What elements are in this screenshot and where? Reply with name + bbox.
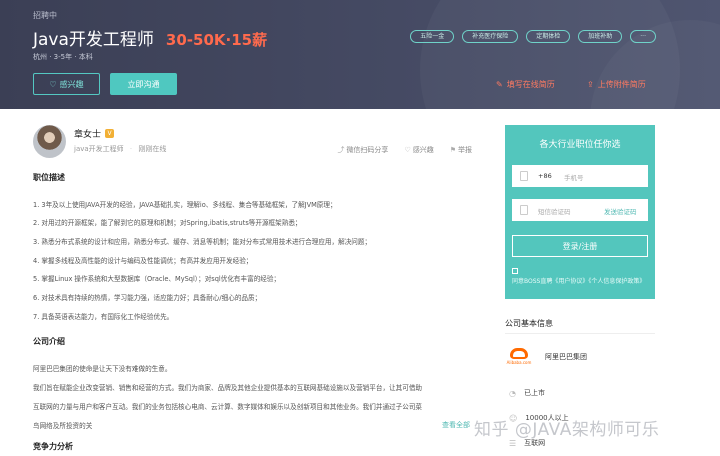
heart-icon: ♡ <box>49 79 57 89</box>
competition-heading: 竞争力分析 <box>33 442 73 451</box>
edit-icon: ✎ <box>496 80 503 89</box>
benefit-tags: 五险一金 补充医疗保险 定期体检 加班补助 ··· <box>410 30 656 43</box>
alibaba-logo-icon <box>510 348 528 359</box>
stage-icon: ◔ <box>509 388 516 398</box>
heart-icon: ♡ <box>404 146 411 154</box>
benefit-tag[interactable]: 定期体检 <box>526 30 571 43</box>
view-all-link[interactable]: 查看全部 <box>442 420 470 430</box>
divider <box>505 333 655 334</box>
upload-resume-link[interactable]: ⇪ 上传附件简历 <box>587 79 646 90</box>
company-info-heading: 公司基本信息 <box>505 319 553 328</box>
country-code-select[interactable]: +86 <box>538 172 552 180</box>
verified-badge-icon: V <box>105 129 115 138</box>
job-description-heading: 职位描述 <box>33 173 65 182</box>
job-description-line: 1. 3年及以上使用JAVA开发的经验，JAVA基础扎实，理解io、多线程、集合… <box>33 201 337 209</box>
stage-value: 已上市 <box>523 389 545 397</box>
fill-resume-label: 填写在线简历 <box>506 80 555 89</box>
benefit-tag[interactable]: 补充医疗保险 <box>462 30 519 43</box>
benefit-tag[interactable]: 加班补助 <box>578 30 623 43</box>
chat-now-button[interactable]: 立即沟通 <box>110 73 177 95</box>
recruiter-avatar <box>33 125 66 158</box>
job-title: Java开发工程师 <box>33 30 154 50</box>
job-header: 招聘中 Java开发工程师 30-50K·15薪 杭州 · 3-5年 · 本科 … <box>0 0 720 109</box>
favorite-label: 感兴趣 <box>412 146 434 154</box>
benefit-tag[interactable]: 五险一金 <box>410 30 455 43</box>
recruiter-title: java开发工程师 <box>74 145 124 153</box>
report-label: 举报 <box>458 146 472 154</box>
recruiter-name: 章女士 <box>74 130 102 140</box>
company-intro-line: 互联网的力量与用户和客户互动。我们的业务包括核心电商、云计算、数字媒体和娱乐以及… <box>33 403 423 411</box>
company-intro-line: 阿里巴巴集团的使命是让天下没有难做的生意。 <box>33 365 172 373</box>
shield-icon <box>520 205 528 215</box>
upload-resume-label: 上传附件简历 <box>597 80 646 89</box>
job-actions: ⤴ 微信扫码分享 ♡ 感兴趣 ⚑ 举报 <box>337 145 472 155</box>
login-panel: 各大行业职位任你选 +86 手机号 短信验证码 发送验证码 登录/注册 同意BO… <box>505 125 655 299</box>
logo-text: Alibaba.com <box>506 360 532 365</box>
recruiter-name-row: 章女士 V <box>74 127 115 140</box>
job-description-line: 6. 对技术具有持续的热情，学习能力强，适应能力好；具备耐心/细心的品质； <box>33 294 262 302</box>
share-button[interactable]: ⤴ 微信扫码分享 <box>337 145 388 155</box>
title-row: Java开发工程师 30-50K·15薪 <box>33 25 267 50</box>
job-description-line: 2. 对用过的开源框架，能了解到它的原理和机制；对Spring,ibatis,s… <box>33 219 302 227</box>
job-detail-page: 招聘中 Java开发工程师 30-50K·15薪 杭州 · 3-5年 · 本科 … <box>0 0 720 456</box>
company-name[interactable]: 阿里巴巴集团 <box>545 352 587 362</box>
agreement-text[interactable]: 同意BOSS直聘《用户协议》《个人信息保护政策》 <box>512 278 645 285</box>
company-intro-heading: 公司介绍 <box>33 337 65 346</box>
sms-code-field[interactable]: 短信验证码 发送验证码 <box>512 199 648 221</box>
agreement: 同意BOSS直聘《用户协议》《个人信息保护政策》 <box>512 265 652 287</box>
phone-icon <box>520 171 528 181</box>
company-intro-line: 鸟网络及所投资的关 <box>33 422 93 430</box>
share-label: 微信扫码分享 <box>346 146 389 154</box>
company-stage: ◔ 已上市 <box>509 388 545 398</box>
share-icon: ⤴ <box>337 146 345 154</box>
job-description-line: 5. 掌握Linux 操作系统和大型数据库（Oracle、MySql）；对sql… <box>33 275 281 283</box>
interest-button[interactable]: ♡ 感兴趣 <box>33 73 100 95</box>
login-panel-title: 各大行业职位任你选 <box>539 140 621 150</box>
recruiter-subtitle: java开发工程师 · 刚刚在线 <box>74 145 167 153</box>
company-logo[interactable]: Alibaba.com <box>505 348 533 366</box>
favorite-button[interactable]: ♡ 感兴趣 <box>404 145 433 155</box>
report-button[interactable]: ⚑ 举报 <box>450 145 472 155</box>
phone-field[interactable]: +86 手机号 <box>512 165 648 187</box>
phone-input[interactable]: 手机号 <box>564 172 584 182</box>
upload-icon: ⇪ <box>587 80 594 89</box>
company-intro-line: 我们旨在赋能企业改变营销、销售和经营的方式。我们为商家、品牌及其他企业提供基本的… <box>33 384 423 392</box>
job-description-line: 3. 熟悉分布式系统的设计和应用，熟悉分布式、缓存、消息等机制；能对分布式常用技… <box>33 238 372 246</box>
job-description-line: 4. 掌握多线程及高性能的设计与编码及性能调优；有高并发应用开发经验； <box>33 257 253 265</box>
job-status: 招聘中 <box>33 11 57 20</box>
agreement-checkbox[interactable] <box>512 267 518 274</box>
watermark: 知乎 @JAVA架构师可乐 <box>474 420 660 440</box>
fill-resume-link[interactable]: ✎ 填写在线简历 <box>496 79 555 90</box>
salary: 30-50K·15薪 <box>165 31 268 49</box>
send-code-button[interactable]: 发送验证码 <box>604 206 637 216</box>
flag-icon: ⚑ <box>449 146 456 154</box>
more-tags-button[interactable]: ··· <box>630 30 656 43</box>
job-meta: 杭州 · 3-5年 · 本科 <box>33 53 93 61</box>
job-description-line: 7. 具备英语表达能力，有国际化工作经验优先。 <box>33 313 174 321</box>
login-register-button[interactable]: 登录/注册 <box>512 235 648 257</box>
interest-label: 感兴趣 <box>59 79 84 89</box>
sms-code-input[interactable]: 短信验证码 <box>538 206 571 216</box>
recruiter-active-status: 刚刚在线 <box>138 145 167 153</box>
